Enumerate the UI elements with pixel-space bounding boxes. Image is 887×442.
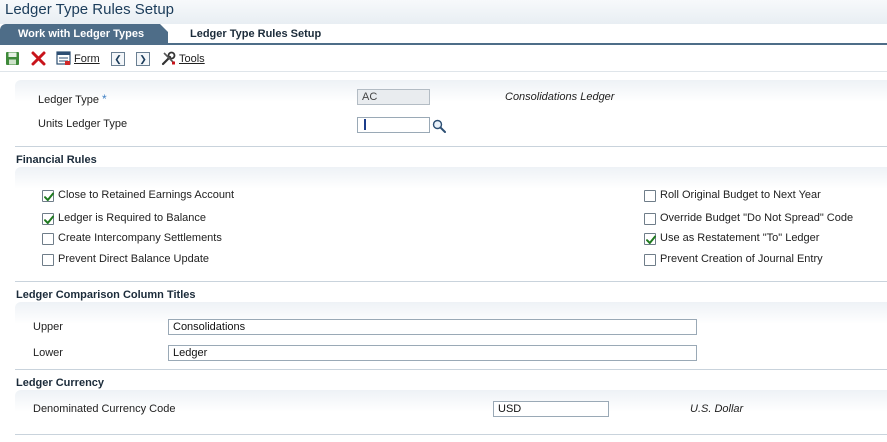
ledger-type-label: Ledger Type *: [38, 92, 107, 106]
section-title-ledger-currency: Ledger Currency: [16, 377, 105, 389]
currency-description: U.S. Dollar: [690, 403, 744, 415]
checkbox-label: Use as Restatement "To" Ledger: [660, 232, 820, 244]
panel-divider: [15, 369, 887, 370]
checkmark-icon: [646, 235, 656, 244]
checkbox[interactable]: [644, 213, 656, 225]
checkbox-label: Override Budget "Do Not Spread" Code: [660, 212, 854, 224]
section-title-financial-rules: Financial Rules: [16, 154, 97, 166]
close-icon: [31, 51, 46, 66]
checkbox-label: Close to Retained Earnings Account: [58, 189, 235, 201]
checkbox[interactable]: [42, 233, 54, 245]
denominated-currency-label: Denominated Currency Code: [33, 403, 176, 415]
checkbox-label: Prevent Creation of Journal Entry: [660, 253, 823, 265]
units-ledger-type-input[interactable]: [357, 117, 430, 133]
toolbar: [0, 45, 887, 72]
panel-divider: [15, 281, 887, 282]
tab-work-with-ledger-types[interactable]: Work with Ledger Types: [0, 24, 180, 44]
tools-menu-label: Tools: [179, 52, 205, 65]
section-title-comparison: Ledger Comparison Column Titles: [16, 289, 196, 301]
panel-divider: [15, 434, 887, 435]
required-indicator: *: [102, 92, 107, 106]
save-button[interactable]: [5, 50, 20, 67]
ledger-type-description: Consolidations Ledger: [505, 91, 615, 103]
page-title: Ledger Type Rules Setup: [5, 1, 175, 18]
form-icon: [56, 51, 71, 66]
tab-ledger-type-rules-setup[interactable]: Ledger Type Rules Setup: [168, 24, 360, 44]
prev-record-icon: ❮: [111, 51, 125, 66]
tools-menu-button[interactable]: Tools: [161, 50, 205, 67]
checkmark-icon: [44, 192, 54, 201]
ledger-type-field: AC: [357, 89, 430, 105]
save-icon: [5, 51, 20, 66]
checkbox[interactable]: [644, 233, 656, 245]
text-cursor: [364, 119, 366, 130]
upper-label: Upper: [33, 321, 63, 333]
next-record-icon: ❯: [136, 51, 150, 66]
checkbox[interactable]: [42, 190, 54, 202]
checkbox-label: Create Intercompany Settlements: [58, 232, 222, 244]
currency-code-input[interactable]: USD: [493, 401, 609, 417]
checkmark-icon: [44, 215, 54, 224]
checkbox-label: Ledger is Required to Balance: [58, 212, 206, 224]
close-button[interactable]: [31, 50, 46, 67]
panel-divider: [15, 146, 887, 147]
header-panel: [15, 80, 887, 146]
checkbox-label: Roll Original Budget to Next Year: [660, 189, 821, 201]
checkbox[interactable]: [42, 254, 54, 266]
tools-icon: [161, 51, 176, 66]
lower-label: Lower: [33, 347, 63, 359]
lower-title-input[interactable]: Ledger: [168, 345, 697, 361]
units-ledger-type-label: Units Ledger Type: [38, 118, 128, 130]
form-menu-label: Form: [74, 52, 100, 65]
search-icon[interactable]: [432, 119, 446, 133]
checkbox[interactable]: [42, 213, 54, 225]
upper-title-input[interactable]: Consolidations: [168, 319, 697, 335]
checkbox-label: Prevent Direct Balance Update: [58, 253, 210, 265]
previous-record-button[interactable]: ❮: [111, 50, 125, 67]
checkbox[interactable]: [644, 190, 656, 202]
form-menu-button[interactable]: Form: [56, 50, 100, 67]
next-record-button[interactable]: ❯: [136, 50, 150, 67]
checkbox[interactable]: [644, 254, 656, 266]
